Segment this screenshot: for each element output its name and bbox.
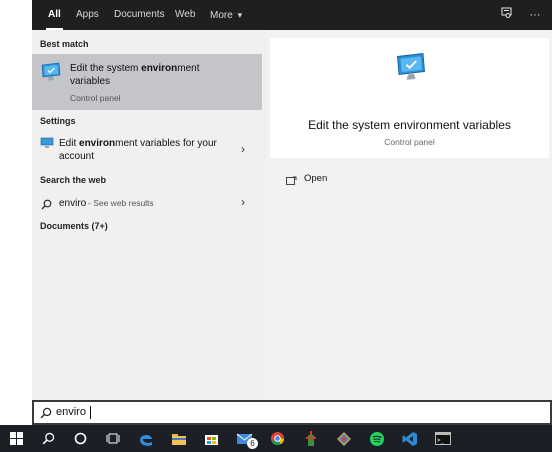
best-match-heading: Best match (40, 39, 89, 49)
tab-documents[interactable]: Documents (114, 0, 165, 30)
search-input[interactable]: enviro (56, 406, 86, 418)
monitor-icon (40, 62, 62, 87)
open-action[interactable]: Open (270, 168, 549, 190)
documents-heading[interactable]: Documents (7+) (40, 221, 108, 231)
cortana-icon[interactable] (64, 425, 97, 452)
settings-heading: Settings (40, 116, 76, 126)
chevron-right-icon[interactable]: › (241, 195, 245, 209)
app-green-icon[interactable] (294, 425, 327, 452)
search-icon (40, 406, 52, 424)
taskbar: 6 >_ (0, 425, 552, 452)
open-label: Open (304, 173, 328, 184)
tab-all[interactable]: All (46, 0, 63, 30)
vscode-icon[interactable] (393, 425, 426, 452)
open-icon (286, 173, 297, 191)
pinwheel-icon[interactable] (327, 425, 360, 452)
chevron-down-icon: ▾ (237, 10, 243, 20)
tab-apps[interactable]: Apps (76, 0, 99, 30)
search-window: All Apps Documents Web More ▾ ··· Best m… (0, 0, 552, 452)
detail-subtitle: Control panel (384, 137, 435, 147)
web-search-query: enviro (59, 198, 87, 209)
settings-item-env-vars[interactable]: Edit environment variables for your accou… (32, 132, 266, 166)
more-options-icon[interactable]: ··· (526, 6, 544, 24)
best-match-title: Edit the system environment variables (70, 63, 200, 87)
edge-icon[interactable] (129, 425, 162, 452)
detail-pane: Edit the system environment variables Co… (266, 30, 552, 400)
detail-title: Edit the system environment variables (308, 118, 511, 132)
store-icon[interactable] (195, 425, 228, 452)
text-caret (90, 406, 91, 419)
file-explorer-icon[interactable] (162, 425, 195, 452)
tab-web[interactable]: Web (175, 0, 195, 30)
chrome-icon[interactable] (261, 425, 294, 452)
best-match-item[interactable]: Edit the system environment variables Con… (32, 54, 262, 110)
tab-more[interactable]: More ▾ (210, 0, 242, 30)
spotify-icon[interactable] (360, 425, 393, 452)
best-match-subtitle: Control panel (70, 93, 121, 103)
task-view-icon[interactable] (96, 425, 129, 452)
feedback-icon[interactable] (498, 6, 516, 24)
chevron-right-icon[interactable]: › (241, 142, 245, 156)
mail-icon[interactable]: 6 (228, 425, 261, 452)
search-box[interactable]: enviro (32, 400, 552, 425)
search-tabs-bar: All Apps Documents Web More ▾ ··· (32, 0, 552, 30)
windows-start-icon[interactable] (0, 425, 33, 452)
search-icon (41, 197, 52, 215)
terminal-icon[interactable]: >_ (426, 425, 459, 452)
svg-text:>_: >_ (437, 437, 445, 444)
search-web-heading: Search the web (40, 175, 107, 185)
web-search-hint: - See web results (88, 198, 154, 208)
results-pane: Best match Edit the system environment va… (32, 30, 266, 400)
monitor-icon (40, 136, 54, 154)
monitor-icon (394, 52, 428, 87)
web-search-item[interactable]: enviro - See web results › (32, 193, 266, 213)
search-icon[interactable] (32, 425, 65, 452)
settings-item-label: Edit environment variables for your accou… (59, 138, 217, 162)
mail-badge: 6 (247, 438, 258, 449)
tab-more-label: More (210, 10, 233, 21)
detail-card: Edit the system environment variables Co… (270, 38, 549, 158)
